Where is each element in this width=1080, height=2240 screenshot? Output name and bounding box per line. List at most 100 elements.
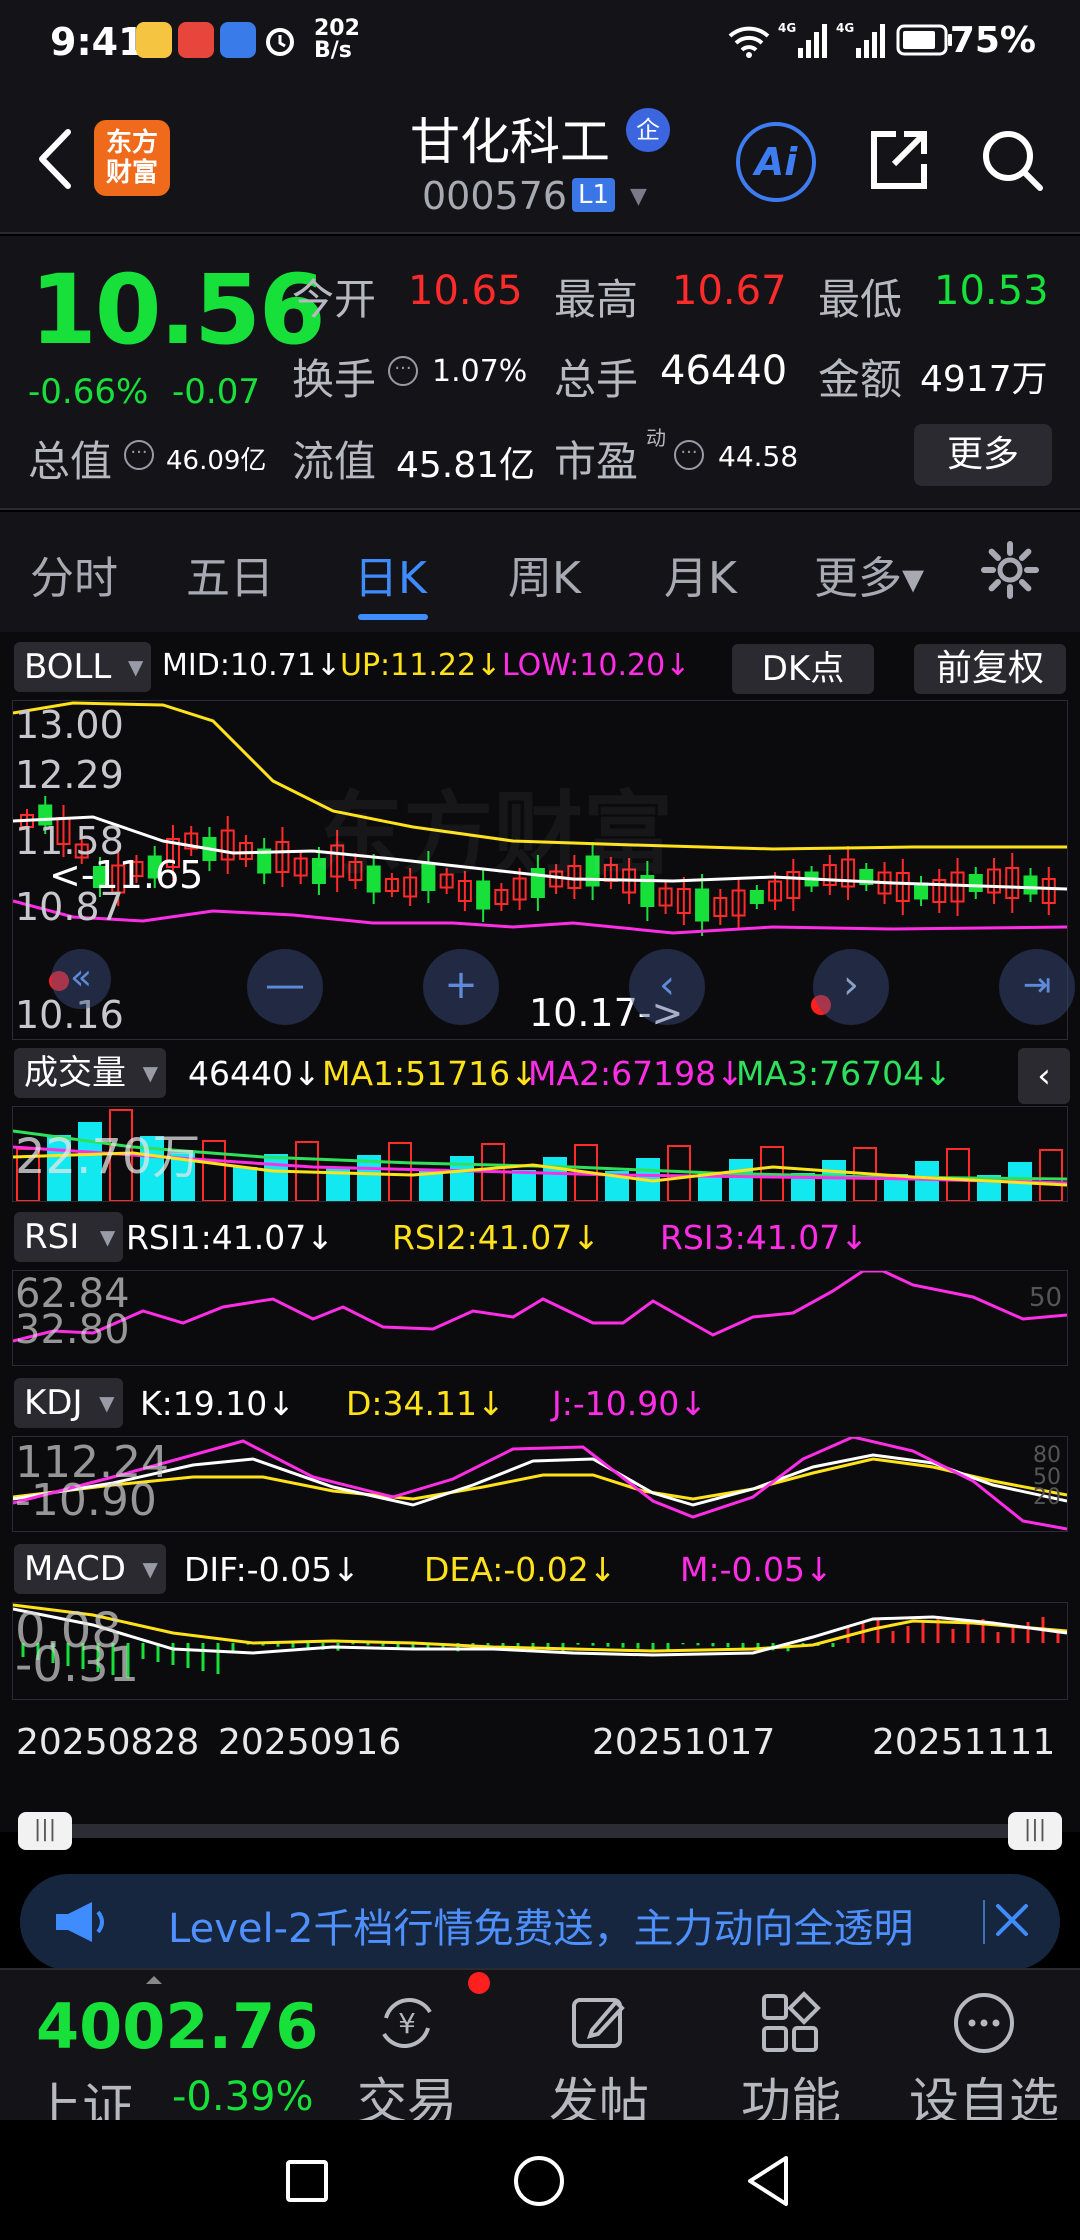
boll-low-line <box>13 899 1067 935</box>
zoom-minus-icon[interactable]: — <box>247 949 323 1025</box>
signal-1-icon: 4G <box>778 21 827 58</box>
net-speed: 202 B/s <box>314 16 360 63</box>
boll-mid: MID:10.71↓ <box>162 648 341 683</box>
back-icon[interactable] <box>744 2154 792 2208</box>
adjust-button[interactable]: 前复权 <box>914 644 1066 694</box>
level-badge[interactable]: L1 <box>572 178 616 212</box>
more-button[interactable]: 更多 <box>914 424 1052 486</box>
prev-icon[interactable]: ‹ <box>629 949 705 1025</box>
next-icon[interactable]: › <box>813 949 889 1025</box>
volume-bar <box>1039 1149 1063 1201</box>
volume-bar <box>822 1160 846 1201</box>
tab-daily-k[interactable]: 日K <box>354 542 427 606</box>
info-icon[interactable]: ··· <box>124 440 154 470</box>
kdj-ref-low: 20 <box>1033 1485 1061 1510</box>
range-handle-right[interactable]: ||| <box>1008 1812 1062 1850</box>
info-icon[interactable]: ··· <box>674 440 704 470</box>
amount-value: 4917万 <box>920 359 1048 400</box>
macd-panel: 0.08 -0.31 <box>12 1602 1068 1700</box>
nav-functions[interactable]: 功能 <box>716 1980 866 2131</box>
share-icon[interactable] <box>862 124 934 196</box>
mktcap-value: 46.09亿 <box>166 446 267 476</box>
boll-up: UP:11.22↓ <box>340 648 502 683</box>
expand-arrow-icon[interactable] <box>146 1976 162 1984</box>
macd-axis-bottom: -0.31 <box>15 1637 140 1693</box>
kline-chart-area[interactable]: BOLL ▼ MID:10.71↓ UP:11.22↓ LOW:10.20↓ DK… <box>0 632 1080 1850</box>
range-handle-left[interactable]: ||| <box>18 1812 72 1850</box>
candle-body <box>695 888 710 922</box>
stock-code[interactable]: 000576 <box>422 174 567 218</box>
collapse-icon[interactable]: ‹ <box>1018 1048 1070 1104</box>
caret-down-icon[interactable]: ▼ <box>630 184 647 209</box>
volume-ma3: MA3:76704↓ <box>736 1054 952 1093</box>
reset-icon[interactable]: ⇥ <box>999 949 1075 1025</box>
macd-selector[interactable]: MACD ▼ <box>14 1544 166 1594</box>
status-time: 9:41 <box>50 20 145 64</box>
macd-indicator-bar: MACD ▼ DIF:-0.05↓ DEA:-0.02↓ M:-0.05↓ <box>0 1538 1080 1598</box>
nav-trade[interactable]: ¥ 交易 <box>332 1980 482 2131</box>
tab-weekly-k[interactable]: 周K <box>508 542 581 606</box>
close-icon[interactable] <box>980 1894 1036 1950</box>
notification-dot <box>468 1972 490 1994</box>
volume-label: 总手 <box>554 355 639 404</box>
range-scrollbar[interactable] <box>20 1824 1060 1838</box>
info-icon[interactable]: ··· <box>388 356 418 386</box>
tab-monthly-k[interactable]: 月K <box>664 542 737 606</box>
index-change[interactable]: -0.39% <box>172 2074 314 2120</box>
amount-label: 金额 <box>818 355 903 404</box>
date-label: 20250916 <box>218 1722 402 1763</box>
candle-body <box>749 890 764 904</box>
candle-body <box>968 874 983 892</box>
nav-add-watchlist[interactable]: 设自选 <box>894 1980 1074 2131</box>
low-value: 10.53 <box>934 268 1049 314</box>
rsi-selector[interactable]: RSI ▼ <box>14 1212 124 1262</box>
open-value: 10.65 <box>408 268 523 314</box>
rsi2-value: RSI2:41.07↓ <box>392 1218 600 1257</box>
kdj-selector[interactable]: KDJ ▼ <box>14 1378 123 1428</box>
back-arrow-icon[interactable] <box>28 124 88 194</box>
rsi-indicator-bar: RSI ▼ RSI1:41.07↓ RSI2:41.07↓ RSI3:41.07↓ <box>0 1206 1080 1266</box>
tab-intraday[interactable]: 分时 <box>30 542 118 606</box>
kdj-chart-svg <box>13 1437 1067 1531</box>
home-icon[interactable] <box>512 2154 566 2208</box>
zoom-plus-icon[interactable]: + <box>423 949 499 1025</box>
float-value: 45.81亿 <box>396 445 536 486</box>
grid-icon <box>762 1991 821 2052</box>
volume-axis-label: 22.70万 <box>15 1129 201 1185</box>
signal-2-icon: 4G <box>836 21 885 58</box>
price-axis-label: 13.00 <box>15 703 124 747</box>
volume-ma1: MA1:51716↓ <box>322 1054 538 1093</box>
volume-selector[interactable]: 成交量 ▼ <box>14 1048 166 1098</box>
active-tab-indicator <box>358 614 428 620</box>
stock-header: 东方 财富 甘化科工 企 000576 L1 ▼ Ai <box>0 84 1080 234</box>
index-value[interactable]: 4002.76 <box>36 1990 318 2063</box>
pe-superscript: 动 <box>646 426 666 450</box>
battery-icon <box>896 24 952 56</box>
dk-point-button[interactable]: DK点 <box>732 644 874 694</box>
nav-post[interactable]: 发帖 <box>524 1980 674 2131</box>
tab-five-day[interactable]: 五日 <box>186 542 274 606</box>
boll-selector[interactable]: BOLL ▼ <box>14 642 152 692</box>
volume-indicator-bar: 成交量 ▼ 46440↓ MA1:51716↓ MA2:67198↓ MA3:76… <box>0 1042 1080 1104</box>
float-label: 流值 <box>292 437 377 486</box>
caret-down-icon: ▼ <box>127 655 144 679</box>
trade-icon: ¥ <box>382 1998 432 2048</box>
weibo-icon <box>136 22 172 58</box>
wifi-icon <box>728 26 770 58</box>
gear-icon[interactable] <box>980 540 1040 600</box>
banner-text[interactable]: Level-2千档行情免费送，主力动向全透明 <box>168 1896 958 1954</box>
rsi1-value: RSI1:41.07↓ <box>126 1218 334 1257</box>
promo-banner[interactable]: Level-2千档行情免费送，主力动向全透明 <box>20 1874 1060 1970</box>
ai-button[interactable]: Ai <box>736 122 816 202</box>
low-label: 最低 <box>818 275 903 324</box>
zoom-out-icon[interactable]: « <box>51 949 111 1009</box>
search-icon[interactable] <box>976 124 1048 196</box>
rsi-axis-bottom: 32.80 <box>15 1307 130 1353</box>
system-nav-bar <box>0 2120 1080 2240</box>
recent-apps-icon[interactable] <box>284 2158 330 2204</box>
caret-down-icon: ▼ <box>99 1225 116 1249</box>
enterprise-badge: 企 <box>626 108 670 152</box>
rsi3-value: RSI3:41.07↓ <box>660 1218 868 1257</box>
tab-more[interactable]: 更多▾ <box>814 542 924 606</box>
open-label: 今开 <box>292 275 377 324</box>
